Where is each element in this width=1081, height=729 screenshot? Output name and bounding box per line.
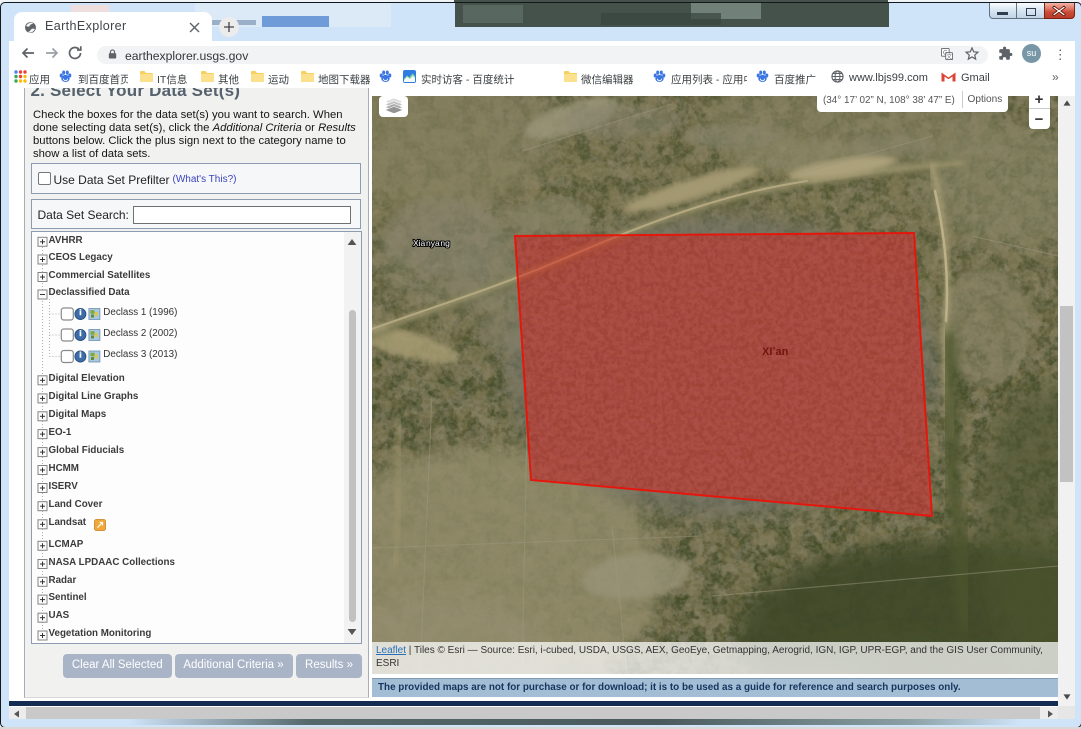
- svg-text:XIʼan: XIʼan: [762, 346, 789, 358]
- svg-text:Xia nya ng: Xia nya ng: [413, 238, 450, 248]
